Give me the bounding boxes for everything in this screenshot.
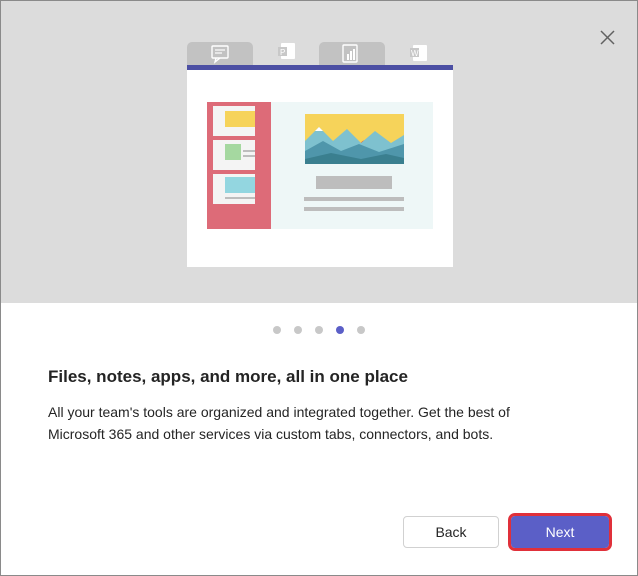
word-icon: W: [410, 45, 427, 61]
dialog-description: All your team's tools are organized and …: [48, 404, 510, 442]
back-button[interactable]: Back: [403, 516, 499, 548]
hero-banner: P W: [1, 1, 637, 303]
powerpoint-icon: P: [278, 43, 295, 59]
tools-illustration: P W: [187, 42, 453, 267]
page-dot-2[interactable]: [294, 326, 302, 334]
page-dot-3[interactable]: [315, 326, 323, 334]
page-indicator: [1, 323, 637, 337]
onboarding-dialog: P W Files, notes, apps, and more, all in…: [0, 0, 638, 576]
dialog-title: Files, notes, apps, and more, all in one…: [48, 367, 408, 386]
svg-text:W: W: [411, 49, 419, 58]
next-button[interactable]: Next: [508, 513, 612, 551]
page-dot-1[interactable]: [273, 326, 281, 334]
page-dot-4-active[interactable]: [336, 326, 344, 334]
landscape-picture: [305, 114, 404, 164]
illustration-window-bar: [187, 65, 453, 70]
close-button[interactable]: [597, 27, 619, 49]
close-icon: [600, 30, 615, 45]
svg-text:P: P: [280, 48, 285, 57]
page-dot-5[interactable]: [357, 326, 365, 334]
